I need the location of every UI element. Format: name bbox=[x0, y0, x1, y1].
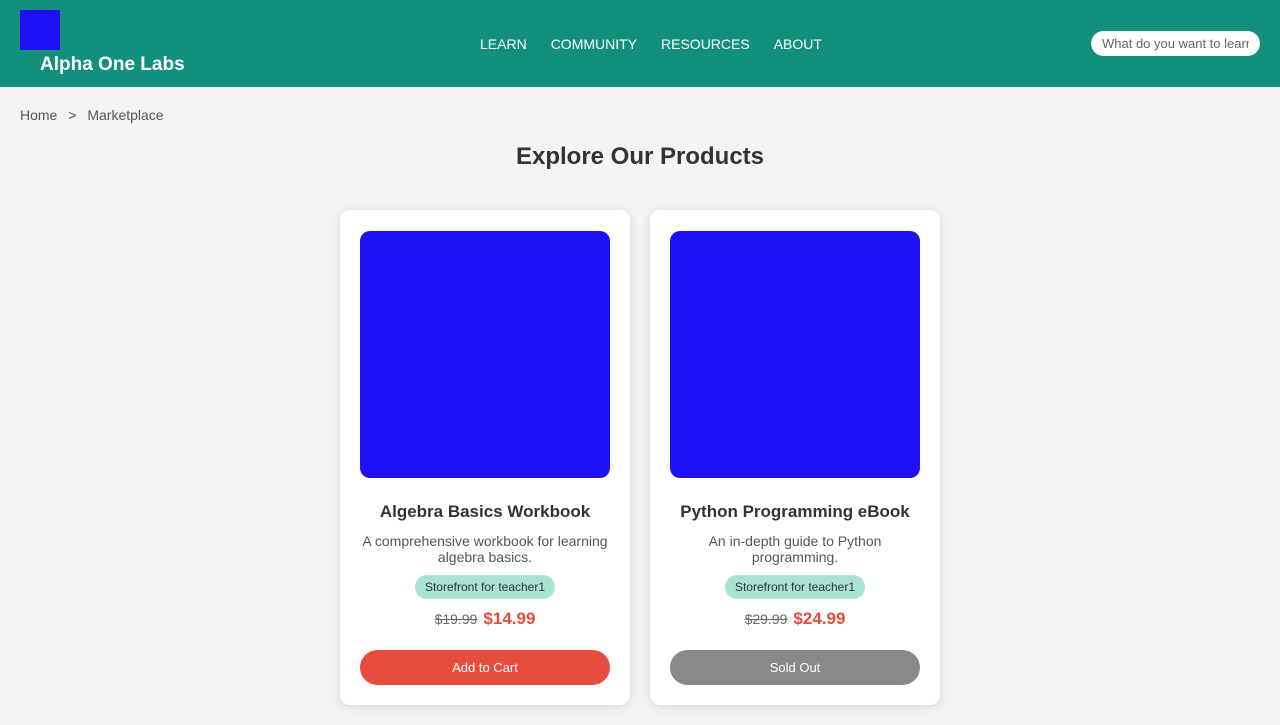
site-header: Alpha One Labs LEARN COMMUNITY RESOURCES… bbox=[0, 0, 1280, 87]
product-title[interactable]: Algebra Basics Workbook bbox=[350, 502, 620, 522]
nav-about[interactable]: ABOUT bbox=[774, 36, 822, 52]
breadcrumb-current: Marketplace bbox=[87, 107, 164, 123]
product-image[interactable] bbox=[360, 231, 610, 478]
breadcrumb-separator: > bbox=[68, 107, 77, 123]
product-title[interactable]: Python Programming eBook bbox=[660, 502, 930, 522]
search-input[interactable] bbox=[1091, 31, 1260, 56]
breadcrumb-home[interactable]: Home bbox=[20, 107, 57, 123]
product-prices: $29.99 $24.99 bbox=[650, 609, 940, 629]
add-to-cart-button[interactable]: Add to Cart bbox=[360, 650, 610, 685]
nav-community[interactable]: COMMUNITY bbox=[551, 36, 637, 52]
product-prices: $19.99 $14.99 bbox=[340, 609, 630, 629]
logo-image[interactable] bbox=[20, 10, 60, 50]
product-card: Algebra Basics Workbook A comprehensive … bbox=[340, 210, 630, 705]
product-card: Python Programming eBook An in-depth gui… bbox=[650, 210, 940, 705]
sale-price: $24.99 bbox=[793, 609, 846, 628]
product-description: A comprehensive workbook for learning al… bbox=[362, 533, 608, 565]
product-image[interactable] bbox=[670, 231, 920, 478]
page-title: Explore Our Products bbox=[515, 143, 765, 170]
sold-out-button[interactable]: Sold Out bbox=[670, 650, 920, 685]
sale-price: $14.99 bbox=[483, 609, 536, 628]
original-price: $29.99 bbox=[744, 611, 788, 627]
original-price: $19.99 bbox=[434, 611, 478, 627]
main-nav: LEARN COMMUNITY RESOURCES ABOUT bbox=[480, 36, 822, 52]
storefront-badge[interactable]: Storefront for teacher1 bbox=[414, 575, 556, 599]
brand-name[interactable]: Alpha One Labs bbox=[40, 54, 185, 76]
breadcrumb: Home > Marketplace bbox=[20, 107, 164, 123]
nav-learn[interactable]: LEARN bbox=[480, 36, 527, 52]
product-description: An in-depth guide to Python programming. bbox=[708, 533, 882, 565]
nav-resources[interactable]: RESOURCES bbox=[661, 36, 750, 52]
storefront-badge[interactable]: Storefront for teacher1 bbox=[724, 575, 866, 599]
